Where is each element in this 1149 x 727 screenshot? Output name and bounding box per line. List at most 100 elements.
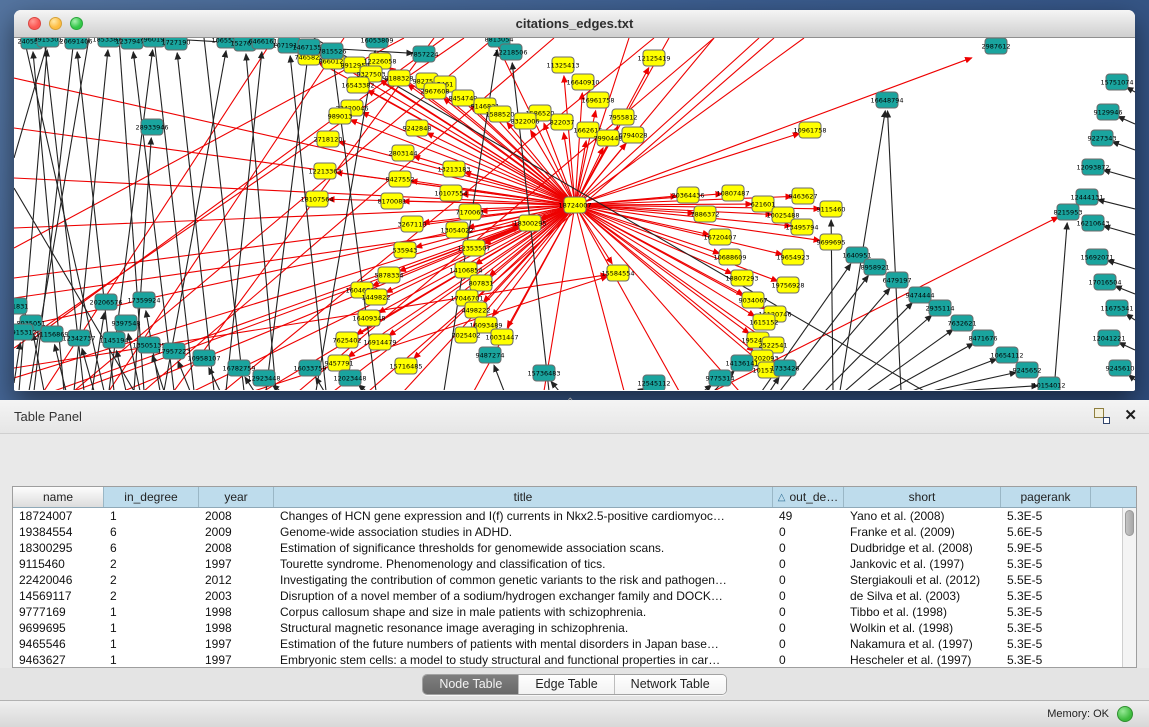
graph-node[interactable]: 16961758 xyxy=(581,92,614,108)
graph-node[interactable]: 1145194 xyxy=(100,332,129,348)
graph-node[interactable]: 9242848 xyxy=(403,120,432,136)
graph-node[interactable]: 8188328 xyxy=(385,70,414,86)
graph-node[interactable]: 17359924 xyxy=(127,292,160,308)
column-header-year[interactable]: year xyxy=(199,487,274,507)
graph-node[interactable]: 8471676 xyxy=(969,330,998,346)
graph-node[interactable]: 7025402 xyxy=(452,327,481,343)
graph-node[interactable]: 4498222 xyxy=(462,302,491,318)
column-header-pagerank[interactable]: pagerank xyxy=(1001,487,1091,507)
graph-node[interactable]: 11325413 xyxy=(546,57,579,73)
graph-node[interactable]: 10961758 xyxy=(793,122,826,138)
table-row[interactable]: 1872400712008Changes of HCN gene express… xyxy=(13,508,1136,524)
graph-node[interactable]: 15716485 xyxy=(389,358,422,374)
graph-node[interactable]: 19654923 xyxy=(776,249,809,265)
graph-node[interactable]: 1733426 xyxy=(771,360,800,376)
table-row[interactable]: 969969511998Structural magnetic resonanc… xyxy=(13,620,1136,636)
graph-node[interactable]: 9227343 xyxy=(1088,130,1117,146)
graph-node[interactable]: 15736483 xyxy=(527,365,560,381)
scrollbar-thumb[interactable] xyxy=(1125,510,1134,536)
close-icon[interactable]: ✕ xyxy=(1124,408,1137,424)
graph-node[interactable]: 8322006 xyxy=(511,113,540,129)
table-row[interactable]: 1830029562008Estimation of significance … xyxy=(13,540,1136,556)
column-header-short[interactable]: short xyxy=(844,487,1001,507)
graph-node[interactable]: 9397548 xyxy=(112,315,141,331)
graph-node[interactable]: 535943 xyxy=(393,242,418,258)
graph-node[interactable]: 1615152 xyxy=(750,314,779,330)
column-header-in_degree[interactable]: in_degree xyxy=(104,487,199,507)
graph-node[interactable]: 9463627 xyxy=(789,188,818,204)
graph-node[interactable]: 7632621 xyxy=(948,315,977,331)
graph-node[interactable]: 16640910 xyxy=(566,74,599,90)
graph-node[interactable]: 9457791 xyxy=(325,355,354,371)
graph-node[interactable]: 3915301 xyxy=(34,38,63,47)
table-row[interactable]: 911546021997Tourette syndrome. Phenomeno… xyxy=(13,556,1136,572)
graph-node[interactable]: 2718120 xyxy=(314,131,343,147)
network-window-titlebar[interactable]: citations_edges.txt xyxy=(14,10,1135,38)
graph-node[interactable]: 2967608 xyxy=(421,83,450,99)
float-window-icon[interactable] xyxy=(1094,408,1110,424)
graph-node[interactable]: 1727190 xyxy=(162,38,191,50)
graph-node[interactable]: 822037 xyxy=(550,114,575,130)
graph-node[interactable]: 8170081 xyxy=(378,193,407,209)
graph-node[interactable]: 7886372 xyxy=(691,206,720,222)
graph-node[interactable]: 12213363 xyxy=(308,163,341,179)
graph-node[interactable]: 2935114 xyxy=(926,300,955,316)
column-header-out_de[interactable]: △out_de… xyxy=(773,487,844,507)
graph-node[interactable]: 15751074 xyxy=(1100,74,1133,90)
graph-node[interactable]: 1449822 xyxy=(362,289,391,305)
graph-node[interactable]: 15692071 xyxy=(1080,249,1113,265)
graph-node[interactable]: 10654112 xyxy=(990,347,1023,363)
graph-node[interactable]: 16409348 xyxy=(352,310,385,326)
table-row[interactable]: 1456911722003Disruption of a novel membe… xyxy=(13,588,1136,604)
minimize-window-button[interactable] xyxy=(49,17,62,30)
table-row[interactable]: 1938455462009Genome-wide association stu… xyxy=(13,524,1136,540)
graph-node[interactable]: 10688609 xyxy=(713,249,746,265)
graph-node[interactable]: 8958921 xyxy=(861,259,890,275)
graph-node[interactable]: 989013 xyxy=(328,108,353,124)
column-header-title[interactable]: title xyxy=(274,487,773,507)
graph-node[interactable]: 12545112 xyxy=(637,375,670,390)
graph-node[interactable]: 9775314 xyxy=(706,370,735,386)
graph-node[interactable]: 16033759 xyxy=(293,360,326,376)
graph-node[interactable]: 2987612 xyxy=(982,38,1011,54)
vertical-scrollbar[interactable] xyxy=(1122,508,1136,667)
table-row[interactable]: 2242004622012Investigating the contribut… xyxy=(13,572,1136,588)
graph-node[interactable]: 7625402 xyxy=(333,332,362,348)
graph-node[interactable]: 7955812 xyxy=(609,109,638,125)
graph-node[interactable]: 9034067 xyxy=(739,292,768,308)
graph-node[interactable]: 20206576 xyxy=(89,294,122,310)
graph-node[interactable]: 9115460 xyxy=(817,201,846,217)
tab-network-table[interactable]: Network Table xyxy=(615,675,726,694)
graph-node[interactable]: 2803144 xyxy=(389,145,418,161)
column-header-name[interactable]: name xyxy=(13,487,104,507)
memory-status-indicator[interactable] xyxy=(1117,706,1133,722)
table-row[interactable]: 977716911998Corpus callosum shape and si… xyxy=(13,604,1136,620)
splitter-handle-icon[interactable]: ⌃ xyxy=(566,397,574,408)
graph-node[interactable]: 7857224 xyxy=(410,46,439,62)
graph-node[interactable]: 7815526 xyxy=(318,43,347,59)
tab-edge-table[interactable]: Edge Table xyxy=(519,675,614,694)
table-row[interactable]: 946554611997Estimation of the future num… xyxy=(13,636,1136,652)
graph-node[interactable]: 16648794 xyxy=(870,92,903,108)
graph-node[interactable]: 11675341 xyxy=(1100,300,1133,316)
graph-node[interactable]: 12023448 xyxy=(333,370,366,386)
graph-node[interactable]: 10154012 xyxy=(1032,377,1065,390)
zoom-window-button[interactable] xyxy=(70,17,83,30)
graph-node[interactable]: 9487274 xyxy=(476,347,505,363)
graph-node[interactable]: 807831 xyxy=(469,275,494,291)
network-graph-canvas[interactable]: 1132541316640910169617587955812158652082… xyxy=(14,38,1135,390)
graph-node[interactable]: 3267110 xyxy=(398,216,427,232)
graph-node[interactable]: 8215953 xyxy=(1054,204,1083,220)
graph-node[interactable]: 16210643 xyxy=(1076,215,1109,231)
graph-node[interactable]: 12444131 xyxy=(1070,189,1103,205)
table-row[interactable]: 946362711997Embryonic stem cells: a mode… xyxy=(13,652,1136,668)
graph-node[interactable]: 9129946 xyxy=(1094,104,1123,120)
graph-node[interactable]: 17016504 xyxy=(1088,274,1121,290)
graph-node[interactable]: 9245652 xyxy=(1013,362,1042,378)
graph-node[interactable]: 6794028 xyxy=(619,127,648,143)
graph-node[interactable]: 5878334 xyxy=(375,267,404,283)
graph-node[interactable]: 9245610 xyxy=(1106,360,1135,376)
graph-node[interactable]: 10958107 xyxy=(187,350,220,366)
tab-node-table[interactable]: Node Table xyxy=(423,675,519,694)
graph-node[interactable]: 3915312 xyxy=(14,324,36,340)
